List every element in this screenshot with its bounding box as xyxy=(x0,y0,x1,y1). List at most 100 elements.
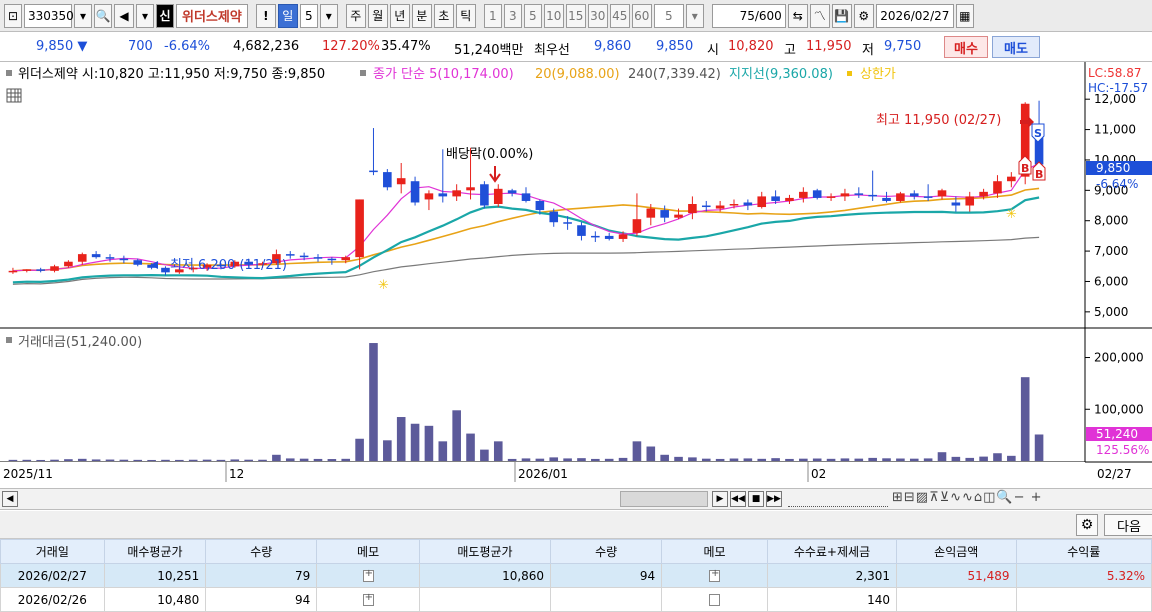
period-dropdown-icon[interactable]: ▾ xyxy=(319,3,338,28)
period-minute-button[interactable]: 분 xyxy=(411,3,432,28)
candle-body xyxy=(785,197,794,201)
volume-bar xyxy=(826,458,836,461)
candle-body xyxy=(383,172,392,188)
candle-body xyxy=(1007,176,1016,182)
stop-icon[interactable]: ■ xyxy=(748,491,764,507)
memo-icon[interactable] xyxy=(362,568,374,582)
col-pnl[interactable]: 손익금액 xyxy=(896,539,1017,564)
col-date[interactable]: 거래일 xyxy=(0,539,105,564)
code-dropdown-icon[interactable]: ▾ xyxy=(74,3,92,28)
alert-button[interactable]: ! xyxy=(255,3,276,28)
calendar-icon[interactable]: ▦ xyxy=(955,3,974,28)
open-label: 시 xyxy=(707,43,719,58)
toolbar: ⊡ 330350 ▾ 🔍 ◀ ▾ 신 위더스제약 ! 일 5 ▾ 주 월 년 분… xyxy=(0,0,1152,32)
volume-bar xyxy=(840,458,850,461)
scroll-right-icon[interactable]: ▶ xyxy=(712,491,728,507)
upper-limit-star-icon: ✳ xyxy=(378,278,389,293)
period-month-button[interactable]: 월 xyxy=(367,3,388,28)
col-buy-avg[interactable]: 매수평균가 xyxy=(103,539,207,564)
volume-bar xyxy=(979,456,988,461)
col-buy-qty[interactable]: 수량 xyxy=(205,539,318,564)
panel-gear-icon[interactable]: ⚙ xyxy=(1076,514,1098,536)
period-second-button[interactable]: 초 xyxy=(433,3,454,28)
count-display[interactable]: 75/600 xyxy=(711,3,786,28)
candle-body xyxy=(521,193,531,201)
interval-button-15[interactable]: 15 xyxy=(565,3,586,28)
volume-bar xyxy=(341,458,351,461)
col-sell-avg[interactable]: 매도평균가 xyxy=(418,539,552,564)
chart-area[interactable]: 위더스제약 시:10,820 고:11,950 저:9,750 종:9,850 … xyxy=(0,62,1152,488)
stock-code-input[interactable]: 330350 xyxy=(24,3,74,28)
candle-body xyxy=(493,188,503,204)
speaker-icon[interactable]: ◀ xyxy=(114,3,134,28)
col-buy-memo[interactable]: 메모 xyxy=(316,539,420,564)
candle-body xyxy=(535,200,545,211)
forward-icon[interactable]: ▶▶ xyxy=(766,491,782,507)
interval-button-1[interactable]: 1 xyxy=(483,3,502,28)
period-tick-button[interactable]: 틱 xyxy=(455,3,476,28)
chart-scroll-bar[interactable]: ◀ ▶ ◀◀ ■ ▶▶ ⊞⊟▨⊼⊻∿∿⌂◫🔍− + xyxy=(0,488,1152,510)
volume-bar xyxy=(410,423,420,461)
gear-icon[interactable]: ⚙ xyxy=(853,3,874,28)
table-row[interactable]: 2026/02/27 10,251 79 10,860 94 2,301 51,… xyxy=(0,563,1152,588)
stock-name[interactable]: 위더스제약 xyxy=(176,3,248,28)
memo-empty-icon[interactable] xyxy=(709,594,721,606)
candle-body xyxy=(674,214,683,218)
volume-bar xyxy=(563,458,572,461)
cell-buy-memo[interactable] xyxy=(316,587,420,612)
cell-sell-memo[interactable] xyxy=(661,563,768,588)
interval-button-45[interactable]: 45 xyxy=(609,3,630,28)
interval-button-10[interactable]: 10 xyxy=(543,3,564,28)
indicator-icon[interactable]: 〽 xyxy=(809,3,830,28)
price-chart[interactable]: 위더스제약 시:10,820 고:11,950 저:9,750 종:9,850 … xyxy=(0,62,1152,488)
candle-body xyxy=(660,210,669,218)
cell-sell-memo[interactable] xyxy=(661,587,768,612)
candle-body xyxy=(396,178,406,185)
volume-tick-label: 100,000 xyxy=(1094,402,1144,416)
memo-icon[interactable] xyxy=(362,592,374,606)
interval-button-30[interactable]: 30 xyxy=(587,3,608,28)
window-icon[interactable]: ⊡ xyxy=(4,3,22,28)
save-icon[interactable]: 💾 xyxy=(831,3,852,28)
scroll-thumb[interactable] xyxy=(620,491,708,507)
grid-toggle-icon[interactable] xyxy=(6,88,22,103)
next-button[interactable]: 다음 xyxy=(1104,514,1152,536)
annotation-high: 최고 11,950 (02/27) xyxy=(876,113,1001,128)
search-icon[interactable]: 🔍 xyxy=(94,3,112,28)
volume-bar xyxy=(119,459,129,461)
custom-interval-input[interactable]: 5 xyxy=(653,3,684,28)
period-year-button[interactable]: 년 xyxy=(389,3,410,28)
period-value[interactable]: 5 xyxy=(299,3,318,28)
date-input[interactable]: 2026/02/27 xyxy=(875,3,954,28)
table-header-row: 거래일 매수평균가 수량 메모 매도평균가 수량 메모 수수료+제세금 손익금액… xyxy=(0,539,1152,564)
candle-body xyxy=(549,211,559,223)
candle-body xyxy=(729,204,739,206)
rewind-icon[interactable]: ◀◀ xyxy=(730,491,746,507)
col-fee[interactable]: 수수료+제세금 xyxy=(766,539,898,564)
current-price-tag-pct: -6.64% xyxy=(1096,177,1138,191)
volume-bar xyxy=(729,458,739,461)
candle-body xyxy=(701,205,711,208)
x-label-feb: 02 xyxy=(811,467,826,481)
speaker-dropdown-icon[interactable]: ▾ xyxy=(136,3,154,28)
interval-button-5[interactable]: 5 xyxy=(523,3,542,28)
interval-button-60[interactable]: 60 xyxy=(631,3,652,28)
volume-bar xyxy=(244,459,253,461)
period-week-button[interactable]: 주 xyxy=(345,3,366,28)
period-day-button[interactable]: 일 xyxy=(277,3,298,28)
sell-button[interactable]: 매도 xyxy=(992,36,1040,58)
col-sell-memo[interactable]: 메모 xyxy=(661,539,768,564)
col-sell-qty[interactable]: 수량 xyxy=(550,539,663,564)
col-return[interactable]: 수익률 xyxy=(1015,539,1152,564)
cell-buy-memo[interactable] xyxy=(316,563,420,588)
buy-button[interactable]: 매수 xyxy=(944,36,988,58)
table-row[interactable]: 2026/02/26 10,480 94 140 xyxy=(0,587,1152,612)
interval-dropdown-icon[interactable]: ▾ xyxy=(685,3,704,28)
drawing-tools-icon[interactable]: ⊞⊟▨⊼⊻∿∿⌂◫🔍− + xyxy=(892,490,1043,505)
scroll-left-icon[interactable]: ◀ xyxy=(2,491,18,507)
memo-icon[interactable] xyxy=(709,568,721,582)
volume-bar xyxy=(272,454,281,461)
zoom-slider[interactable] xyxy=(788,491,888,507)
zoom-icon[interactable]: ⇆ xyxy=(787,3,808,28)
interval-button-3[interactable]: 3 xyxy=(503,3,522,28)
